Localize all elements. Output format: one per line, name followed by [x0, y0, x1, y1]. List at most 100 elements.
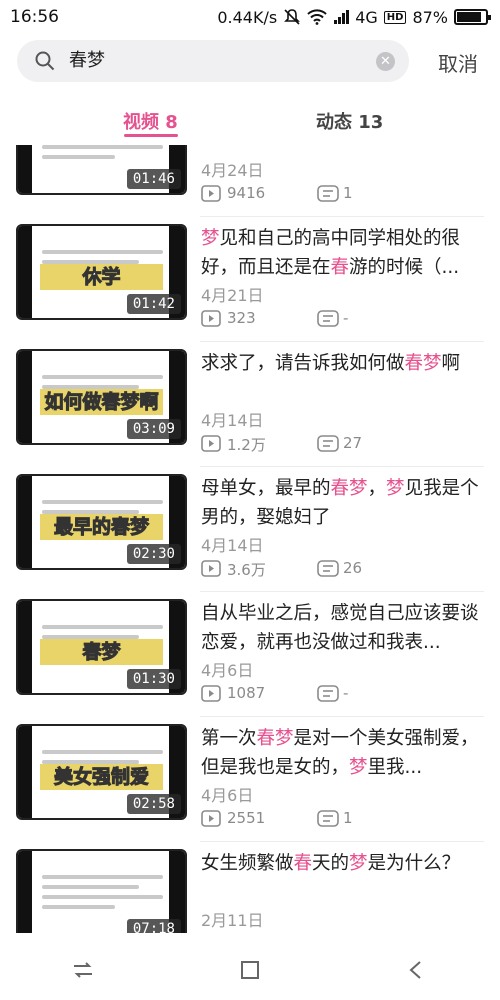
item-divider — [200, 716, 484, 717]
search-icon — [35, 51, 55, 71]
video-duration: 03:09 — [126, 419, 181, 439]
thumbnail-caption: 如何做春梦啊 — [40, 389, 163, 415]
view-count: 323 — [227, 309, 256, 327]
tab-dynamics[interactable]: 动态 13 — [316, 108, 383, 134]
system-nav-bar — [0, 940, 500, 1000]
video-item[interactable]: 01:46 4月24日 9416 1 — [0, 145, 500, 217]
video-duration: 02:58 — [126, 794, 181, 814]
hd-badge: HD — [383, 10, 407, 24]
video-date: 4月6日 — [201, 661, 254, 680]
network-speed: 0.44K/s — [217, 7, 278, 27]
view-count: 3.6万 — [227, 561, 266, 579]
view-count: 2551 — [227, 809, 266, 827]
signal-icon — [334, 10, 350, 24]
search-input[interactable] — [69, 48, 349, 69]
video-date: 2月11日 — [201, 911, 264, 930]
video-thumbnail[interactable]: 如何做春梦啊 03:09 — [16, 349, 187, 445]
comment-icon — [317, 560, 339, 577]
video-duration: 07:18 — [126, 919, 181, 933]
video-item[interactable]: 07:18女生频繁做春天的梦是为什么？2月11日54275 — [0, 849, 500, 933]
view-count: 1.2万 — [227, 436, 266, 454]
thumbnail-caption: 春梦 — [40, 639, 163, 665]
comment-icon — [317, 435, 339, 452]
wifi-icon — [307, 9, 327, 25]
video-thumbnail[interactable]: 休学 01:42 — [16, 224, 187, 320]
video-thumbnail[interactable]: 01:46 — [16, 145, 187, 195]
play-count-icon — [201, 185, 221, 202]
comment-icon — [317, 810, 339, 827]
view-count: 1087 — [227, 684, 266, 702]
mute-icon — [284, 9, 301, 25]
thumbnail-caption: 休学 — [40, 264, 163, 290]
comment-icon — [317, 185, 339, 202]
video-title[interactable]: 第一次春梦是对一个美女强制爱，但是我也是女的，梦里我... — [201, 724, 486, 782]
play-count-icon — [201, 810, 221, 827]
video-list[interactable]: 01:46 4月24日 9416 1 休学 01:42 梦见和自己的高中同学相处的很好，而且… — [0, 145, 500, 933]
battery-fill — [457, 12, 481, 22]
active-tab-indicator — [124, 134, 178, 137]
video-thumbnail[interactable]: 07:18 — [16, 849, 187, 933]
thumbnail-caption: 美女强制爱 — [40, 764, 163, 790]
video-duration: 02:30 — [126, 544, 181, 564]
item-divider — [200, 841, 484, 842]
video-date: 4月21日 — [201, 286, 264, 305]
video-duration: 01:42 — [126, 294, 181, 314]
video-item[interactable]: 春梦 01:30 自从毕业之后，感觉自己应该要谈恋爱，就再也没做过和我表... 4月6… — [0, 599, 500, 717]
item-divider — [200, 341, 484, 342]
play-count-icon — [201, 310, 221, 327]
comment-count: 27 — [343, 434, 363, 452]
video-title[interactable]: 母单女，最早的春梦，梦见我是个男的，娶媳妇了 — [201, 474, 486, 532]
video-stats: 1087 - — [201, 684, 491, 704]
play-count-icon — [201, 685, 221, 702]
play-count-icon — [201, 560, 221, 577]
comment-count: 26 — [343, 559, 363, 577]
back-icon[interactable] — [404, 957, 430, 983]
status-bar: 16:56 0.44K/s 4G HD 87% — [0, 0, 500, 34]
video-stats: 9416 1 — [201, 184, 491, 204]
tab-bar: 视频 8 动态 13 — [0, 100, 500, 142]
comment-count: - — [343, 684, 349, 702]
video-title[interactable]: 自从毕业之后，感觉自己应该要谈恋爱，就再也没做过和我表... — [201, 599, 486, 657]
item-divider — [200, 591, 484, 592]
search-box[interactable]: ✕ — [17, 40, 409, 82]
battery-icon — [454, 9, 491, 25]
video-stats: 323 - — [201, 309, 491, 329]
video-thumbnail[interactable]: 最早的春梦 02:30 — [16, 474, 187, 570]
video-title[interactable]: 求求了，请告诉我如何做春梦啊 — [201, 349, 486, 378]
video-date: 4月14日 — [201, 411, 264, 430]
video-item[interactable]: 最早的春梦 02:30 母单女，最早的春梦，梦见我是个男的，娶媳妇了 4月14日 3.6… — [0, 474, 500, 592]
battery-percent: 87% — [412, 7, 448, 27]
cancel-button[interactable]: 取消 — [438, 48, 478, 77]
tab-videos[interactable]: 视频 8 — [123, 108, 178, 134]
item-divider — [200, 466, 484, 467]
view-count: 9416 — [227, 184, 266, 202]
home-icon[interactable] — [237, 957, 263, 983]
video-date: 4月6日 — [201, 786, 254, 805]
video-thumbnail[interactable]: 春梦 01:30 — [16, 599, 187, 695]
video-stats: 1.2万 27 — [201, 434, 491, 454]
thumbnail-caption: 最早的春梦 — [40, 514, 163, 540]
video-duration: 01:46 — [126, 169, 181, 189]
video-item[interactable]: 休学 01:42 梦见和自己的高中同学相处的很好，而且还是在春游的时候（... 4月2… — [0, 224, 500, 342]
video-item[interactable]: 美女强制爱 02:58 第一次春梦是对一个美女强制爱，但是我也是女的，梦里我... 4… — [0, 724, 500, 842]
video-duration: 01:30 — [126, 669, 181, 689]
network-type: 4G — [355, 7, 378, 27]
video-date: 4月24日 — [201, 161, 264, 180]
status-time: 16:56 — [10, 7, 59, 27]
video-date: 4月14日 — [201, 536, 264, 555]
video-stats: 3.6万 26 — [201, 559, 491, 579]
video-stats: 2551 1 — [201, 809, 491, 829]
menu-icon[interactable] — [70, 957, 96, 983]
comment-count: 1 — [343, 809, 353, 827]
search-row: ✕ 取消 — [0, 38, 500, 84]
video-title[interactable]: 女生频繁做春天的梦是为什么？ — [201, 849, 486, 878]
item-divider — [200, 216, 484, 217]
video-item[interactable]: 如何做春梦啊 03:09 求求了，请告诉我如何做春梦啊 4月14日 1.2万 27 — [0, 349, 500, 467]
video-thumbnail[interactable]: 美女强制爱 02:58 — [16, 724, 187, 820]
clear-icon[interactable]: ✕ — [376, 52, 395, 71]
comment-icon — [317, 310, 339, 327]
comment-icon — [317, 685, 339, 702]
play-count-icon — [201, 435, 221, 452]
video-title[interactable]: 梦见和自己的高中同学相处的很好，而且还是在春游的时候（... — [201, 224, 486, 282]
comment-count: 1 — [343, 184, 353, 202]
